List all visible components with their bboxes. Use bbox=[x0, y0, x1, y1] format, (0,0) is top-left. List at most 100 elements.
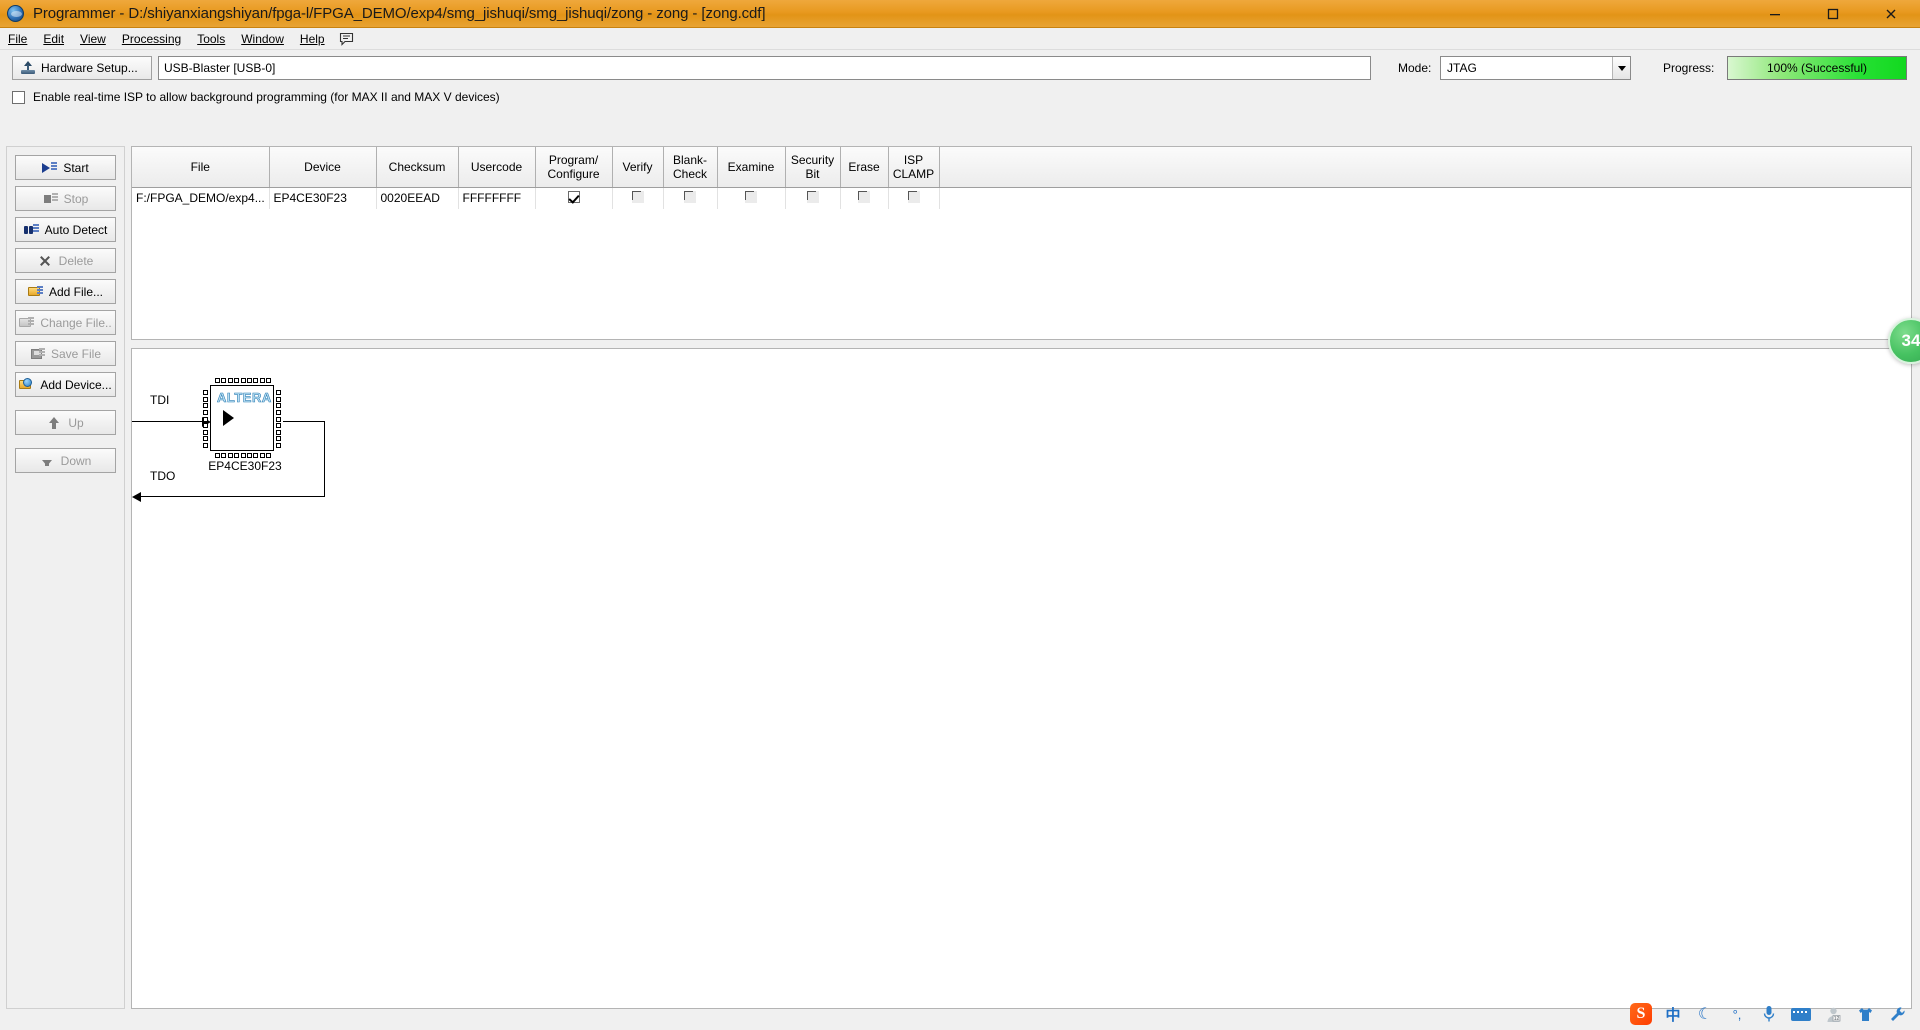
hardware-toolbar: Hardware Setup... USB-Blaster [USB-0] Mo… bbox=[0, 50, 1920, 86]
column-header-verify[interactable]: Verify bbox=[612, 147, 664, 188]
cell-program-configure[interactable] bbox=[535, 187, 613, 209]
col-label-bit: Bit bbox=[805, 166, 820, 181]
sogou-logo-icon[interactable]: S bbox=[1630, 1003, 1652, 1025]
menu-tools-label: Tools bbox=[197, 31, 226, 46]
skin-shirt-icon[interactable] bbox=[1854, 1003, 1876, 1025]
col-label-device: Device bbox=[304, 159, 341, 174]
hardware-value-field[interactable]: USB-Blaster [USB-0] bbox=[158, 56, 1371, 80]
cell-checksum: 0020EEAD bbox=[376, 187, 459, 209]
cell-erase[interactable] bbox=[840, 187, 889, 209]
cell-blank-check[interactable] bbox=[663, 187, 718, 209]
hardware-setup-button[interactable]: Hardware Setup... bbox=[12, 56, 152, 80]
column-header-security-bit[interactable]: Security Bit bbox=[785, 147, 841, 188]
chevron-down-icon[interactable] bbox=[1612, 57, 1630, 79]
device-table-panel: File Device Checksum Usercode Program/ C… bbox=[131, 146, 1912, 340]
realtime-isp-row: Enable real-time ISP to allow background… bbox=[0, 86, 1920, 108]
cell-security-bit[interactable] bbox=[785, 187, 841, 209]
punctuation-icon[interactable]: °, bbox=[1726, 1003, 1748, 1025]
column-header-isp-clamp[interactable]: ISP CLAMP bbox=[888, 147, 940, 188]
col-label-blank: Blank- bbox=[672, 152, 707, 167]
stop-icon bbox=[43, 192, 58, 206]
add-device-button[interactable]: Add Device... bbox=[15, 372, 116, 397]
window-controls bbox=[1746, 0, 1920, 28]
cell-examine[interactable] bbox=[717, 187, 786, 209]
maximize-button[interactable] bbox=[1804, 0, 1862, 28]
chinese-mode-glyph: 中 bbox=[1665, 1006, 1681, 1024]
chinese-mode-icon[interactable]: 中 bbox=[1662, 1003, 1684, 1025]
isp-clamp-checkbox[interactable] bbox=[907, 190, 920, 203]
add-file-icon bbox=[27, 285, 43, 299]
save-disk-icon bbox=[30, 347, 45, 361]
moon-icon[interactable]: ☾ bbox=[1694, 1003, 1716, 1025]
toolbox-wrench-icon[interactable] bbox=[1886, 1003, 1908, 1025]
punctuation-glyph: °, bbox=[1732, 1006, 1742, 1022]
device-chain-diagram: TDI ALTERA EP4CE30F23 TDO bbox=[131, 348, 1912, 1009]
column-header-checksum[interactable]: Checksum bbox=[376, 147, 459, 188]
menu-view[interactable]: View bbox=[72, 30, 114, 48]
move-up-button[interactable]: Up bbox=[15, 410, 116, 435]
examine-checkbox[interactable] bbox=[745, 190, 757, 203]
menu-processing-label: Processing bbox=[121, 31, 182, 46]
column-header-file[interactable]: File bbox=[132, 147, 270, 188]
column-header-program-configure[interactable]: Program/ Configure bbox=[535, 147, 613, 188]
blank-check-checkbox[interactable] bbox=[684, 190, 696, 203]
delete-x-icon bbox=[38, 254, 53, 268]
column-header-usercode[interactable]: Usercode bbox=[458, 147, 536, 188]
cell-verify[interactable] bbox=[612, 187, 664, 209]
save-file-button[interactable]: Save File bbox=[15, 341, 116, 366]
keyboard-icon[interactable] bbox=[1790, 1003, 1812, 1025]
col-label-usercode: Usercode bbox=[470, 159, 523, 174]
arrow-up-icon bbox=[47, 416, 62, 430]
start-button[interactable]: Start bbox=[15, 155, 116, 180]
column-header-blank-check[interactable]: Blank- Check bbox=[663, 147, 718, 188]
speech-balloon-icon[interactable] bbox=[339, 32, 354, 46]
moon-glyph: ☾ bbox=[1697, 1006, 1713, 1023]
realtime-isp-checkbox[interactable] bbox=[12, 90, 25, 104]
move-down-button[interactable]: Down bbox=[15, 448, 116, 473]
verify-checkbox[interactable] bbox=[631, 190, 644, 203]
microphone-icon[interactable] bbox=[1758, 1003, 1780, 1025]
mode-dropdown[interactable]: JTAG bbox=[1440, 56, 1631, 80]
change-file-button-label: Change File.. bbox=[40, 315, 112, 330]
hardware-plug-icon bbox=[21, 61, 35, 75]
menu-processing[interactable]: Processing bbox=[114, 30, 189, 48]
column-header-erase[interactable]: Erase bbox=[840, 147, 889, 188]
col-label-checksum: Checksum bbox=[388, 159, 446, 174]
menu-file[interactable]: File bbox=[0, 30, 35, 48]
close-button[interactable] bbox=[1862, 0, 1920, 28]
cell-usercode: FFFFFFFF bbox=[458, 187, 536, 209]
col-label-erase: Erase bbox=[848, 159, 880, 174]
change-file-button[interactable]: Change File.. bbox=[15, 310, 116, 335]
menu-edit[interactable]: Edit bbox=[35, 30, 72, 48]
stop-button[interactable]: Stop bbox=[15, 186, 116, 211]
progress-value: 100% (Successful) bbox=[1766, 61, 1868, 75]
menu-help-label: Help bbox=[299, 31, 325, 46]
menu-window[interactable]: Window bbox=[233, 30, 292, 48]
erase-checkbox[interactable] bbox=[858, 190, 870, 203]
program-configure-checkbox[interactable] bbox=[567, 190, 580, 203]
minimize-button[interactable] bbox=[1746, 0, 1804, 28]
menu-tools[interactable]: Tools bbox=[189, 30, 233, 48]
fpga-chip-graphic[interactable]: ALTERA bbox=[203, 378, 281, 458]
column-header-examine[interactable]: Examine bbox=[717, 147, 786, 188]
move-down-button-label: Down bbox=[60, 453, 92, 468]
chip-orientation-triangle-icon bbox=[223, 410, 234, 426]
change-file-icon bbox=[19, 316, 35, 330]
ime-toolbar: S 中 ☾ °, 12 bbox=[1624, 1001, 1914, 1027]
add-file-button[interactable]: Add File... bbox=[15, 279, 116, 304]
action-sidebar: Start Stop Auto Detect Delete Add File..… bbox=[6, 146, 125, 1009]
menu-edit-label: Edit bbox=[43, 31, 65, 46]
menu-view-label: View bbox=[80, 31, 106, 46]
security-bit-checkbox[interactable] bbox=[806, 190, 819, 203]
tdo-wire-right bbox=[283, 421, 325, 422]
user-profile-icon[interactable]: 12 bbox=[1822, 1003, 1844, 1025]
table-row[interactable]: F:/FPGA_DEMO/exp4... EP4CE30F23 0020EEAD… bbox=[132, 187, 1911, 209]
cell-isp-clamp[interactable] bbox=[888, 187, 940, 209]
column-header-device[interactable]: Device bbox=[269, 147, 377, 188]
auto-detect-button[interactable]: Auto Detect bbox=[15, 217, 116, 242]
stop-button-label: Stop bbox=[63, 191, 89, 206]
menu-help[interactable]: Help bbox=[292, 30, 333, 48]
chip-pins-top bbox=[215, 378, 271, 383]
progress-label: Progress: bbox=[1663, 61, 1715, 75]
delete-button[interactable]: Delete bbox=[15, 248, 116, 273]
